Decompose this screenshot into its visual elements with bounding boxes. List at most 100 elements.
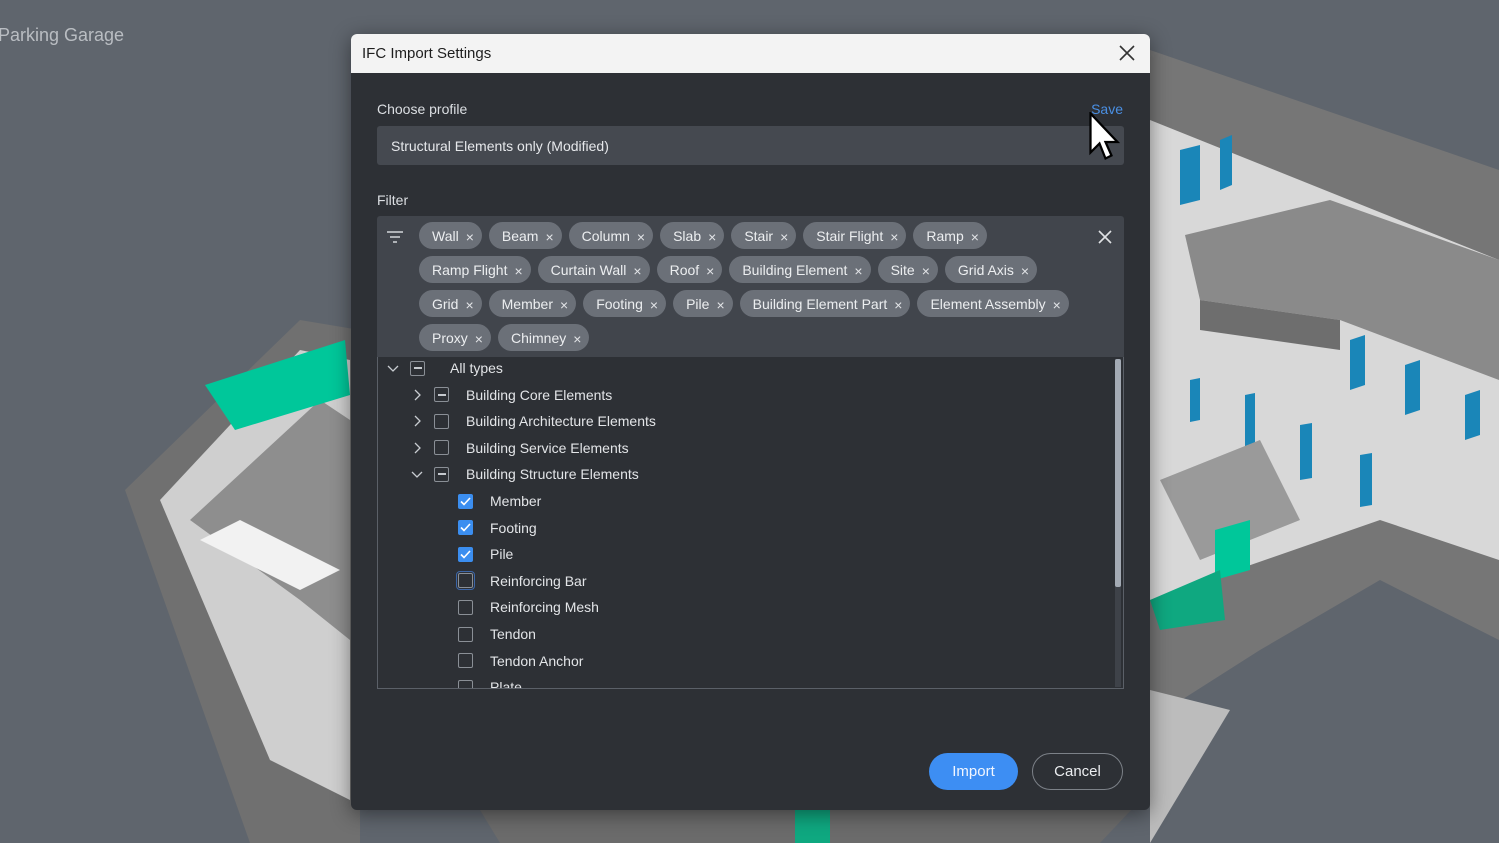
tree-row[interactable]: Building Structure Elements bbox=[410, 461, 639, 487]
close-button[interactable] bbox=[1114, 40, 1140, 66]
chevron-right-icon[interactable] bbox=[410, 414, 424, 428]
cancel-button[interactable]: Cancel bbox=[1032, 753, 1123, 790]
filter-icon bbox=[387, 230, 403, 248]
remove-chip-icon[interactable]: × bbox=[633, 263, 641, 279]
partial-check-icon bbox=[437, 393, 446, 396]
tree-checkbox[interactable] bbox=[456, 571, 475, 591]
filter-chip-label: Proxy bbox=[432, 329, 468, 346]
filter-chip[interactable]: Wall × bbox=[419, 222, 482, 249]
remove-chip-icon[interactable]: × bbox=[922, 263, 930, 279]
remove-chip-icon[interactable]: × bbox=[894, 297, 902, 313]
remove-chip-icon[interactable]: × bbox=[1021, 263, 1029, 279]
tree-row[interactable]: Building Service Elements bbox=[410, 435, 629, 461]
tree-row[interactable]: Tendon bbox=[434, 621, 536, 647]
tree-checkbox[interactable] bbox=[434, 387, 449, 403]
tree-scrollbar[interactable] bbox=[1115, 359, 1121, 687]
filter-chip[interactable]: Curtain Wall × bbox=[537, 256, 650, 283]
filter-chips: Wall × Beam × Column × Slab × Stair × Stair Flight… bbox=[419, 222, 1069, 351]
clear-filter-button[interactable] bbox=[1094, 226, 1116, 248]
tree-checkbox[interactable] bbox=[458, 599, 473, 615]
filter-chip[interactable]: Grid × bbox=[419, 290, 482, 317]
filter-chip[interactable]: Ramp × bbox=[913, 222, 987, 249]
remove-chip-icon[interactable]: × bbox=[716, 297, 724, 313]
tree-checkbox[interactable] bbox=[434, 440, 449, 456]
filter-chip-label: Chimney bbox=[510, 329, 567, 346]
chevron-down-icon[interactable] bbox=[386, 361, 400, 375]
filter-chip[interactable]: Building Element × bbox=[729, 256, 871, 283]
tree-checkbox[interactable] bbox=[434, 413, 449, 429]
tree-row[interactable]: Building Core Elements bbox=[410, 382, 612, 408]
tree-checkbox[interactable] bbox=[458, 493, 473, 509]
filter-chip[interactable]: Chimney × bbox=[497, 324, 590, 351]
remove-chip-icon[interactable]: × bbox=[573, 331, 581, 347]
filter-chip[interactable]: Slab × bbox=[660, 222, 725, 249]
filter-chip-label: Column bbox=[581, 227, 630, 244]
filter-chip[interactable]: Building Element Part × bbox=[739, 290, 911, 317]
filter-chip[interactable]: Ramp Flight × bbox=[419, 256, 531, 283]
tree-checkbox[interactable] bbox=[458, 653, 473, 669]
tree-row[interactable]: Tendon Anchor bbox=[434, 648, 583, 674]
remove-chip-icon[interactable]: × bbox=[1053, 297, 1061, 313]
tree-row[interactable]: Member bbox=[434, 488, 541, 514]
chevron-down-icon[interactable] bbox=[410, 467, 424, 481]
tree-checkbox[interactable] bbox=[458, 520, 473, 536]
tree-checkbox[interactable] bbox=[410, 360, 425, 376]
tree-checkbox[interactable] bbox=[434, 466, 449, 482]
filter-chip[interactable]: Beam × bbox=[488, 222, 562, 249]
remove-chip-icon[interactable]: × bbox=[650, 297, 658, 313]
filter-chip[interactable]: Stair × bbox=[731, 222, 797, 249]
tree-row-label: Reinforcing Mesh bbox=[490, 599, 599, 616]
tree-row[interactable]: Pile bbox=[434, 541, 513, 567]
tree-row[interactable]: Reinforcing Mesh bbox=[434, 594, 599, 620]
tree-checkbox[interactable] bbox=[458, 679, 473, 688]
viewport-title: Parking Garage bbox=[0, 25, 125, 45]
filter-chip[interactable]: Member × bbox=[488, 290, 577, 317]
filter-chip[interactable]: Column × bbox=[568, 222, 654, 249]
filter-chip[interactable]: Grid Axis × bbox=[944, 256, 1038, 283]
filter-chip[interactable]: Pile × bbox=[673, 290, 733, 317]
filter-chip[interactable]: Element Assembly × bbox=[917, 290, 1069, 317]
filter-chip-label: Stair bbox=[744, 227, 774, 244]
remove-chip-icon[interactable]: × bbox=[780, 229, 788, 245]
scrollbar-thumb[interactable] bbox=[1115, 359, 1121, 587]
filter-chip[interactable]: Stair Flight × bbox=[803, 222, 907, 249]
filter-chip-label: Grid Axis bbox=[957, 261, 1014, 278]
remove-chip-icon[interactable]: × bbox=[465, 297, 473, 313]
remove-chip-icon[interactable]: × bbox=[708, 229, 716, 245]
remove-chip-icon[interactable]: × bbox=[706, 263, 714, 279]
remove-chip-icon[interactable]: × bbox=[514, 263, 522, 279]
filter-chip-label: Roof bbox=[669, 261, 700, 278]
remove-chip-icon[interactable]: × bbox=[475, 331, 483, 347]
tree-row[interactable]: Plate bbox=[434, 674, 522, 688]
remove-chip-icon[interactable]: × bbox=[466, 229, 474, 245]
remove-chip-icon[interactable]: × bbox=[890, 229, 898, 245]
chevron-right-icon[interactable] bbox=[410, 441, 424, 455]
filter-chip[interactable]: Site × bbox=[877, 256, 938, 283]
chevron-right-icon[interactable] bbox=[410, 388, 424, 402]
remove-chip-icon[interactable]: × bbox=[971, 229, 979, 245]
tree-checkbox[interactable] bbox=[458, 546, 473, 562]
filter-chip-label: Stair Flight bbox=[816, 227, 884, 244]
tree-row-label: Pile bbox=[490, 546, 514, 563]
remove-chip-icon[interactable]: × bbox=[545, 229, 553, 245]
import-button[interactable]: Import bbox=[929, 753, 1018, 790]
partial-check-icon bbox=[413, 367, 422, 369]
remove-chip-icon[interactable]: × bbox=[637, 229, 645, 245]
filter-chip[interactable]: Proxy × bbox=[419, 324, 491, 351]
tree-checkbox[interactable] bbox=[458, 626, 473, 642]
tree-row[interactable]: All types bbox=[386, 357, 503, 381]
tree-row[interactable]: Reinforcing Bar bbox=[434, 568, 587, 594]
filter-chip-box[interactable]: Wall × Beam × Column × Slab × Stair × Stair Flight… bbox=[377, 216, 1124, 357]
tree-row[interactable]: Footing bbox=[434, 515, 537, 541]
filter-chip-label: Member bbox=[501, 295, 553, 312]
remove-chip-icon[interactable]: × bbox=[854, 263, 862, 279]
dialog-titlebar: IFC Import Settings bbox=[351, 34, 1150, 73]
profile-dropdown[interactable]: Structural Elements only (Modified) bbox=[377, 126, 1124, 165]
filter-chip[interactable]: Roof × bbox=[656, 256, 723, 283]
tree-row[interactable]: Building Architecture Elements bbox=[410, 408, 656, 434]
remove-chip-icon[interactable]: × bbox=[560, 297, 568, 313]
filter-chip[interactable]: Footing × bbox=[583, 290, 667, 317]
filter-chip-label: Building Element bbox=[742, 261, 848, 278]
